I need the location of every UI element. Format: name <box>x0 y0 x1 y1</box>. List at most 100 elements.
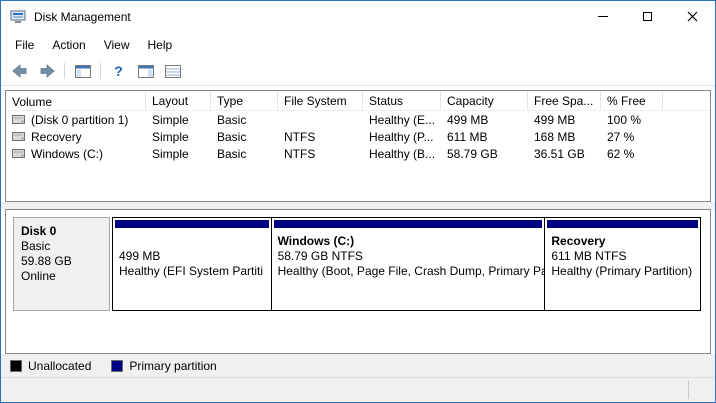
cell-status: Healthy (P... <box>363 130 441 144</box>
cell-layout: Simple <box>146 113 211 127</box>
window-title: Disk Management <box>34 10 580 24</box>
legend-bar: Unallocated Primary partition <box>1 354 715 377</box>
show-action-pane-icon <box>138 65 154 78</box>
titlebar[interactable]: Disk Management <box>1 1 715 32</box>
cell-type: Basic <box>211 113 278 127</box>
partition-size: 499 MB <box>119 249 268 264</box>
column-header-free-space[interactable]: Free Spa... <box>528 91 601 111</box>
partition-efi-system[interactable]: 499 MB Healthy (EFI System Partiti <box>112 217 272 311</box>
partition-recovery[interactable]: Recovery 611 MB NTFS Healthy (Primary Pa… <box>544 217 701 311</box>
cell-pct-free: 100 % <box>601 113 663 127</box>
partition-status: Healthy (Primary Partition) <box>551 264 697 279</box>
disk-size: 59.88 GB <box>21 254 102 269</box>
column-header-pct-free[interactable]: % Free <box>601 91 663 111</box>
partition-status: Healthy (EFI System Partiti <box>119 264 268 279</box>
partition-title: Windows (C:) <box>278 234 542 249</box>
column-header-type[interactable]: Type <box>211 91 278 111</box>
cell-free-space: 36.51 GB <box>528 147 601 161</box>
show-action-pane-button[interactable] <box>134 60 157 82</box>
menubar: File Action View Help <box>1 32 715 57</box>
volume-list-header: Volume Layout Type File System Status Ca… <box>6 91 710 111</box>
close-button[interactable] <box>670 1 715 32</box>
legend-item-primary-partition: Primary partition <box>111 359 216 373</box>
status-bar <box>1 377 715 402</box>
legend-item-unallocated: Unallocated <box>10 359 91 373</box>
volume-name: (Disk 0 partition 1) <box>31 113 128 127</box>
show-console-tree-button[interactable] <box>71 60 94 82</box>
disk-type: Basic <box>21 239 102 254</box>
cell-capacity: 611 MB <box>441 130 528 144</box>
menu-file[interactable]: File <box>6 34 43 56</box>
show-console-tree-icon <box>75 65 91 78</box>
primary-partition-color-bar <box>274 220 543 228</box>
cell-free-space: 168 MB <box>528 130 601 144</box>
toolbar: ? <box>1 57 715 86</box>
cell-type: Basic <box>211 130 278 144</box>
column-header-layout[interactable]: Layout <box>146 91 211 111</box>
back-button[interactable] <box>8 60 31 82</box>
help-icon: ? <box>114 63 123 79</box>
cell-file-system: NTFS <box>278 147 363 161</box>
cell-pct-free: 62 % <box>601 147 663 161</box>
back-arrow-icon <box>12 64 28 78</box>
volume-icon <box>12 148 25 159</box>
disk-0-info-panel[interactable]: Disk 0 Basic 59.88 GB Online <box>13 217 110 311</box>
maximize-icon <box>643 12 652 21</box>
partition-status: Healthy (Boot, Page File, Crash Dump, Pr… <box>278 264 542 279</box>
cell-file-system: NTFS <box>278 130 363 144</box>
column-header-file-system[interactable]: File System <box>278 91 363 111</box>
maximize-button[interactable] <box>625 1 670 32</box>
cell-capacity: 499 MB <box>441 113 528 127</box>
volume-icon <box>12 114 25 125</box>
volume-row-windows-c[interactable]: Windows (C:) Simple Basic NTFS Healthy (… <box>6 145 710 162</box>
cell-type: Basic <box>211 147 278 161</box>
partition-size: 58.79 GB NTFS <box>278 249 542 264</box>
views-icon <box>165 65 181 78</box>
toolbar-separator <box>100 63 101 79</box>
partition-size: 611 MB NTFS <box>551 249 697 264</box>
help-button[interactable]: ? <box>107 60 130 82</box>
minimize-button[interactable] <box>580 1 625 32</box>
partition-title <box>119 234 268 249</box>
cell-pct-free: 27 % <box>601 130 663 144</box>
disk-graphical-pane: Disk 0 Basic 59.88 GB Online 499 MB Heal… <box>5 209 711 354</box>
unallocated-color-swatch <box>10 360 22 372</box>
close-icon <box>687 11 698 22</box>
status-bar-separator <box>688 381 689 399</box>
forward-arrow-icon <box>39 64 55 78</box>
primary-partition-color-bar <box>547 220 698 228</box>
primary-partition-color-bar <box>115 220 269 228</box>
volume-row-disk0-partition1[interactable]: (Disk 0 partition 1) Simple Basic Health… <box>6 111 710 128</box>
disk-management-window: Disk Management File Action View Help <box>0 0 716 403</box>
disk-name: Disk 0 <box>21 224 102 239</box>
menu-view[interactable]: View <box>95 34 139 56</box>
column-header-capacity[interactable]: Capacity <box>441 91 528 111</box>
volume-name: Recovery <box>31 130 82 144</box>
volume-list-pane: Volume Layout Type File System Status Ca… <box>5 90 711 202</box>
views-button[interactable] <box>161 60 184 82</box>
cell-status: Healthy (E... <box>363 113 441 127</box>
toolbar-separator <box>64 63 65 79</box>
menu-help[interactable]: Help <box>139 34 182 56</box>
menu-action[interactable]: Action <box>43 34 94 56</box>
column-header-filler <box>663 91 710 111</box>
pane-splitter[interactable] <box>1 202 715 209</box>
volume-name: Windows (C:) <box>31 147 103 161</box>
legend-label: Primary partition <box>129 359 216 373</box>
column-header-volume[interactable]: Volume <box>6 91 146 111</box>
partition-title: Recovery <box>551 234 697 249</box>
primary-partition-color-swatch <box>111 360 123 372</box>
partition-strip: 499 MB Healthy (EFI System Partiti Windo… <box>112 217 703 311</box>
disk-0-row: Disk 0 Basic 59.88 GB Online 499 MB Heal… <box>13 217 703 311</box>
volume-icon <box>12 131 25 142</box>
column-header-status[interactable]: Status <box>363 91 441 111</box>
cell-status: Healthy (B... <box>363 147 441 161</box>
disk-management-app-icon <box>10 9 26 25</box>
volume-row-recovery[interactable]: Recovery Simple Basic NTFS Healthy (P...… <box>6 128 710 145</box>
cell-capacity: 58.79 GB <box>441 147 528 161</box>
cell-layout: Simple <box>146 147 211 161</box>
forward-button[interactable] <box>35 60 58 82</box>
partition-windows-c[interactable]: Windows (C:) 58.79 GB NTFS Healthy (Boot… <box>271 217 546 311</box>
cell-layout: Simple <box>146 130 211 144</box>
legend-label: Unallocated <box>28 359 91 373</box>
